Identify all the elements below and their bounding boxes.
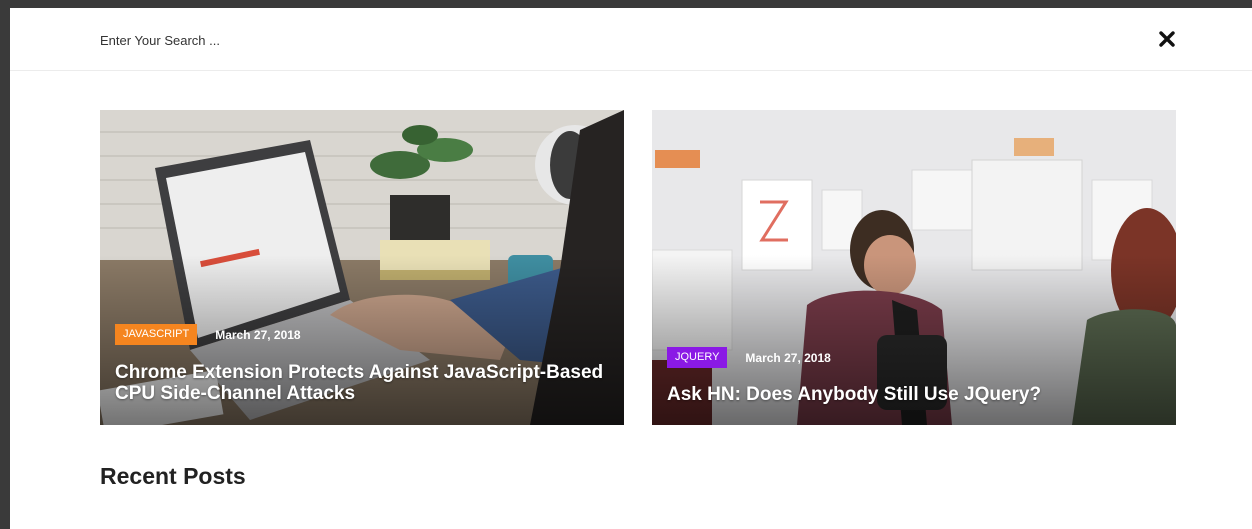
post-date: March 27, 2018 <box>745 350 831 365</box>
search-overlay-panel: JAVASCRIPT March 27, 2018 Chrome Extensi… <box>10 8 1252 529</box>
close-button[interactable] <box>1156 28 1178 50</box>
recent-posts-heading: Recent Posts <box>100 463 246 489</box>
post-date: March 27, 2018 <box>215 327 301 342</box>
category-badge[interactable]: JQUERY <box>667 347 728 368</box>
featured-post-card[interactable]: JAVASCRIPT March 27, 2018 Chrome Extensi… <box>100 110 624 425</box>
featured-post-card[interactable]: JQUERY March 27, 2018 Ask HN: Does Anybo… <box>652 110 1176 425</box>
search-input[interactable] <box>100 27 600 53</box>
post-title[interactable]: Ask HN: Does Anybody Still Use JQuery? <box>667 384 1156 405</box>
search-bar <box>10 8 1252 71</box>
category-badge[interactable]: JAVASCRIPT <box>115 324 198 345</box>
post-title[interactable]: Chrome Extension Protects Against JavaSc… <box>115 362 604 404</box>
post-meta: JAVASCRIPT March 27, 2018 <box>115 324 301 345</box>
close-icon <box>1159 31 1175 47</box>
post-meta: JQUERY March 27, 2018 <box>667 347 831 368</box>
